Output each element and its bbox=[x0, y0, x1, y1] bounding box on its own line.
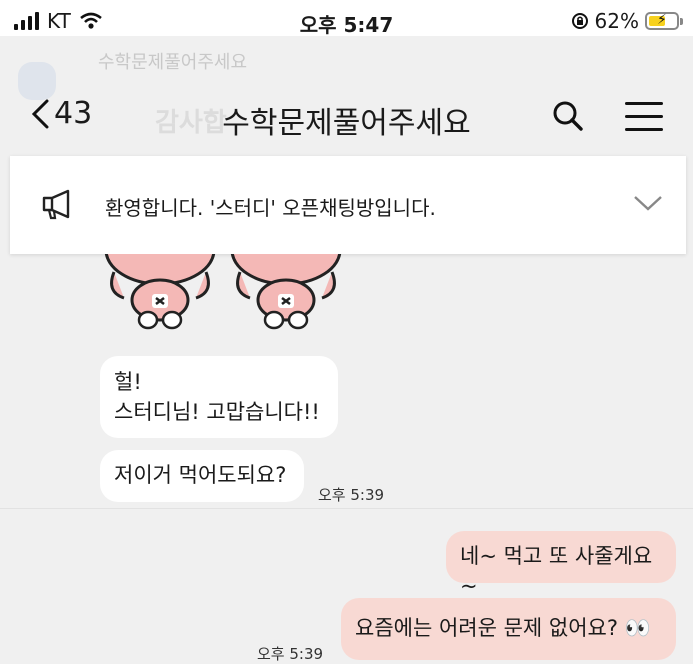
room-title: 수학문제풀어주세요 bbox=[222, 106, 471, 141]
battery-icon: ⚡ bbox=[645, 12, 683, 30]
message-bubble[interactable]: 요즘에는 어려운 문제 없어요? 👀 bbox=[341, 598, 676, 660]
message-bubble[interactable]: 저이거 먹어도되요? bbox=[100, 450, 304, 502]
ghost-room-title: 수학문제풀어주세요 bbox=[98, 52, 248, 73]
search-icon bbox=[553, 101, 583, 131]
divider bbox=[0, 508, 693, 509]
message-text: 네~ 먹고 또 사줄게요~ bbox=[460, 544, 653, 598]
search-button[interactable] bbox=[552, 100, 584, 136]
megaphone-icon bbox=[42, 189, 70, 220]
message-text: 스터디님! 고맙습니다!! bbox=[114, 400, 320, 424]
hamburger-icon bbox=[625, 102, 663, 105]
notice-banner[interactable]: 환영합니다. '스터디' 오픈채팅방입니다. bbox=[10, 156, 686, 254]
battery-percent: 62% bbox=[594, 9, 639, 33]
chat-header: 43 감사합 수학문제풀어주세요 bbox=[0, 88, 693, 144]
sticker-image bbox=[226, 254, 346, 334]
message-text: 저이거 먹어도되요? bbox=[114, 463, 287, 487]
rotation-lock-icon bbox=[571, 13, 588, 29]
sticker-image bbox=[100, 254, 220, 334]
chevron-down-icon[interactable] bbox=[633, 194, 663, 212]
message-time: 오후 5:39 bbox=[318, 486, 385, 504]
message-text: 요즘에는 어려운 문제 없어요? 👀 bbox=[355, 616, 651, 640]
notice-text: 환영합니다. '스터디' 오픈채팅방입니다. bbox=[105, 196, 436, 220]
message-time: 오후 5:39 bbox=[257, 645, 324, 663]
menu-button[interactable] bbox=[625, 102, 663, 141]
message-bubble[interactable]: 네~ 먹고 또 사줄게요~ bbox=[446, 531, 676, 598]
message-text: 헐! bbox=[114, 370, 142, 394]
message-bubble[interactable]: 헐! 스터디님! 고맙습니다!! bbox=[100, 356, 338, 438]
